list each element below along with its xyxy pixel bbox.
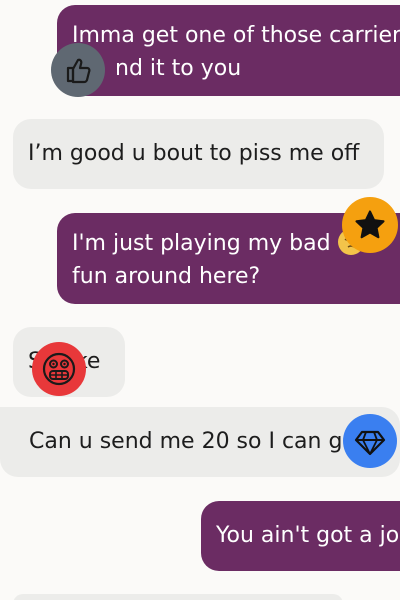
diamond-icon: [353, 424, 387, 458]
message-bubble-incoming[interactable]: Can u send me 20 so I can g: [0, 407, 400, 477]
diamond-reaction-badge[interactable]: [343, 414, 397, 468]
conversation-view: Imma get one of those carrier nd it to y…: [0, 0, 400, 600]
grimace-reaction-badge[interactable]: [32, 342, 86, 396]
message-bubble-incoming[interactable]: I’m good u bout to piss me off: [13, 119, 384, 189]
star-icon: [353, 208, 387, 242]
grimacing-face-icon: [41, 351, 77, 387]
message-text-line: nd it to you: [115, 56, 242, 81]
message-text-line: Imma get one of those carrier: [72, 23, 400, 48]
message-text-line: fun around here?: [72, 264, 261, 289]
message-bubble-incoming[interactable]: [13, 594, 343, 600]
thumbs-up-icon: [62, 54, 94, 86]
message-bubble-outgoing[interactable]: You ain't got a jo: [201, 501, 400, 571]
star-reaction-badge[interactable]: [342, 197, 398, 253]
message-text-line: You ain't got a jo: [216, 523, 400, 548]
thumbs-up-reaction-badge[interactable]: [51, 43, 105, 97]
message-text-line: I’m good u bout to piss me off: [28, 141, 360, 166]
message-bubble-outgoing[interactable]: Imma get one of those carrier nd it to y…: [57, 5, 400, 96]
